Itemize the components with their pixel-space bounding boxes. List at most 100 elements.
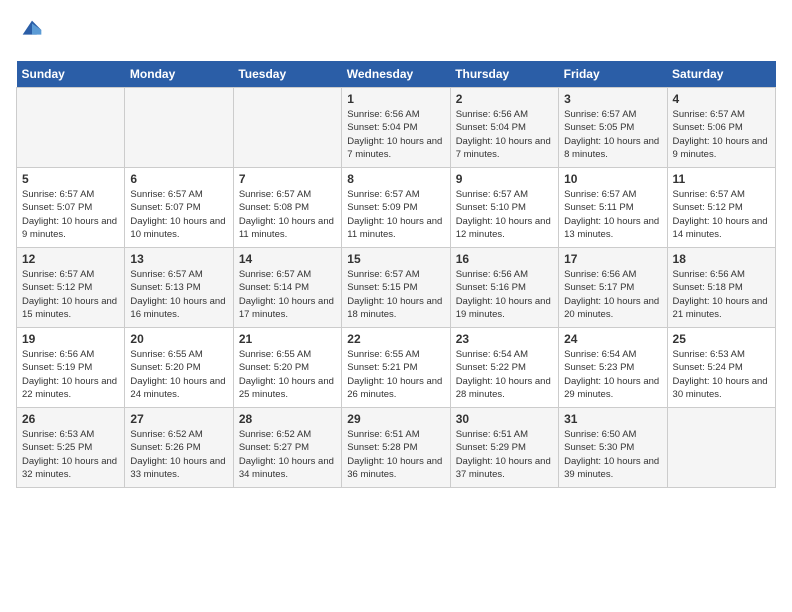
header-sunday: Sunday (17, 61, 125, 88)
calendar-cell (233, 88, 341, 168)
day-info: Sunrise: 6:56 AM Sunset: 5:19 PM Dayligh… (22, 348, 119, 401)
day-info: Sunrise: 6:54 AM Sunset: 5:23 PM Dayligh… (564, 348, 661, 401)
calendar-cell: 31Sunrise: 6:50 AM Sunset: 5:30 PM Dayli… (559, 408, 667, 488)
calendar-cell: 2 Sunrise: 6:56 AM Sunset: 5:04 PM Daylig… (450, 88, 558, 168)
calendar-cell: 5Sunrise: 6:57 AM Sunset: 5:07 PM Daylig… (17, 168, 125, 248)
day-number: 23 (456, 332, 553, 346)
calendar-cell: 1 Sunrise: 6:56 AM Sunset: 5:04 PM Daylig… (342, 88, 450, 168)
day-info: Sunrise: 6:53 AM Sunset: 5:25 PM Dayligh… (22, 428, 119, 481)
day-info: Sunrise: 6:56 AM Sunset: 5:16 PM Dayligh… (456, 268, 553, 321)
day-number: 18 (673, 252, 770, 266)
day-info: Sunrise: 6:57 AM Sunset: 5:11 PM Dayligh… (564, 188, 661, 241)
calendar-cell: 18 Sunrise: 6:56 AM Sunset: 5:18 PM Dayli… (667, 248, 775, 328)
day-number: 26 (22, 412, 119, 426)
calendar-cell: 29Sunrise: 6:51 AM Sunset: 5:28 PM Dayli… (342, 408, 450, 488)
calendar-week-row: 5Sunrise: 6:57 AM Sunset: 5:07 PM Daylig… (17, 168, 776, 248)
day-number: 19 (22, 332, 119, 346)
day-info: Sunrise: 6:56 AM Sunset: 5:18 PM Dayligh… (673, 268, 770, 321)
calendar-table: SundayMondayTuesdayWednesdayThursdayFrid… (16, 61, 776, 488)
calendar-cell (125, 88, 233, 168)
day-info: Sunrise: 6:55 AM Sunset: 5:21 PM Dayligh… (347, 348, 444, 401)
calendar-week-row: 19 Sunrise: 6:56 AM Sunset: 5:19 PM Dayli… (17, 328, 776, 408)
day-info: Sunrise: 6:57 AM Sunset: 5:06 PM Dayligh… (673, 108, 770, 161)
day-info: Sunrise: 6:56 AM Sunset: 5:04 PM Dayligh… (456, 108, 553, 161)
day-info: Sunrise: 6:57 AM Sunset: 5:15 PM Dayligh… (347, 268, 444, 321)
day-number: 20 (130, 332, 227, 346)
calendar-cell: 12 Sunrise: 6:57 AM Sunset: 5:12 PM Dayli… (17, 248, 125, 328)
calendar-cell: 25 Sunrise: 6:53 AM Sunset: 5:24 PM Dayli… (667, 328, 775, 408)
day-number: 12 (22, 252, 119, 266)
day-info: Sunrise: 6:57 AM Sunset: 5:13 PM Dayligh… (130, 268, 227, 321)
logo-icon (18, 16, 46, 44)
day-number: 27 (130, 412, 227, 426)
day-number: 9 (456, 172, 553, 186)
day-number: 30 (456, 412, 553, 426)
calendar-cell: 8 Sunrise: 6:57 AM Sunset: 5:09 PM Daylig… (342, 168, 450, 248)
day-number: 2 (456, 92, 553, 106)
calendar-cell: 3Sunrise: 6:57 AM Sunset: 5:05 PM Daylig… (559, 88, 667, 168)
calendar-cell: 9 Sunrise: 6:57 AM Sunset: 5:10 PM Daylig… (450, 168, 558, 248)
calendar-week-row: 12 Sunrise: 6:57 AM Sunset: 5:12 PM Dayli… (17, 248, 776, 328)
calendar-cell: 7 Sunrise: 6:57 AM Sunset: 5:08 PM Daylig… (233, 168, 341, 248)
day-info: Sunrise: 6:57 AM Sunset: 5:12 PM Dayligh… (673, 188, 770, 241)
calendar-cell: 30 Sunrise: 6:51 AM Sunset: 5:29 PM Dayli… (450, 408, 558, 488)
day-info: Sunrise: 6:52 AM Sunset: 5:27 PM Dayligh… (239, 428, 336, 481)
day-info: Sunrise: 6:56 AM Sunset: 5:04 PM Dayligh… (347, 108, 444, 161)
calendar-cell: 24 Sunrise: 6:54 AM Sunset: 5:23 PM Dayli… (559, 328, 667, 408)
calendar-cell: 19 Sunrise: 6:56 AM Sunset: 5:19 PM Dayli… (17, 328, 125, 408)
day-number: 3 (564, 92, 661, 106)
day-info: Sunrise: 6:57 AM Sunset: 5:09 PM Dayligh… (347, 188, 444, 241)
calendar-cell: 27Sunrise: 6:52 AM Sunset: 5:26 PM Dayli… (125, 408, 233, 488)
calendar-week-row: 1 Sunrise: 6:56 AM Sunset: 5:04 PM Daylig… (17, 88, 776, 168)
day-number: 13 (130, 252, 227, 266)
calendar-cell: 16 Sunrise: 6:56 AM Sunset: 5:16 PM Dayli… (450, 248, 558, 328)
day-number: 15 (347, 252, 444, 266)
day-info: Sunrise: 6:53 AM Sunset: 5:24 PM Dayligh… (673, 348, 770, 401)
day-info: Sunrise: 6:57 AM Sunset: 5:10 PM Dayligh… (456, 188, 553, 241)
header-saturday: Saturday (667, 61, 775, 88)
day-number: 25 (673, 332, 770, 346)
day-number: 14 (239, 252, 336, 266)
day-number: 16 (456, 252, 553, 266)
day-number: 1 (347, 92, 444, 106)
calendar-cell: 20Sunrise: 6:55 AM Sunset: 5:20 PM Dayli… (125, 328, 233, 408)
calendar-cell: 13 Sunrise: 6:57 AM Sunset: 5:13 PM Dayli… (125, 248, 233, 328)
calendar-cell: 17 Sunrise: 6:56 AM Sunset: 5:17 PM Dayli… (559, 248, 667, 328)
day-number: 22 (347, 332, 444, 346)
calendar-cell: 15 Sunrise: 6:57 AM Sunset: 5:15 PM Dayli… (342, 248, 450, 328)
day-info: Sunrise: 6:55 AM Sunset: 5:20 PM Dayligh… (239, 348, 336, 401)
calendar-header-row: SundayMondayTuesdayWednesdayThursdayFrid… (17, 61, 776, 88)
header-thursday: Thursday (450, 61, 558, 88)
day-info: Sunrise: 6:57 AM Sunset: 5:08 PM Dayligh… (239, 188, 336, 241)
logo (16, 16, 46, 49)
header-wednesday: Wednesday (342, 61, 450, 88)
day-info: Sunrise: 6:56 AM Sunset: 5:17 PM Dayligh… (564, 268, 661, 321)
day-info: Sunrise: 6:57 AM Sunset: 5:14 PM Dayligh… (239, 268, 336, 321)
page-header (16, 16, 776, 49)
day-info: Sunrise: 6:51 AM Sunset: 5:29 PM Dayligh… (456, 428, 553, 481)
header-tuesday: Tuesday (233, 61, 341, 88)
day-number: 17 (564, 252, 661, 266)
calendar-cell: 10 Sunrise: 6:57 AM Sunset: 5:11 PM Dayli… (559, 168, 667, 248)
calendar-cell: 4 Sunrise: 6:57 AM Sunset: 5:06 PM Daylig… (667, 88, 775, 168)
day-info: Sunrise: 6:57 AM Sunset: 5:12 PM Dayligh… (22, 268, 119, 321)
day-info: Sunrise: 6:51 AM Sunset: 5:28 PM Dayligh… (347, 428, 444, 481)
day-number: 7 (239, 172, 336, 186)
calendar-cell: 23 Sunrise: 6:54 AM Sunset: 5:22 PM Dayli… (450, 328, 558, 408)
day-number: 21 (239, 332, 336, 346)
day-info: Sunrise: 6:54 AM Sunset: 5:22 PM Dayligh… (456, 348, 553, 401)
day-info: Sunrise: 6:50 AM Sunset: 5:30 PM Dayligh… (564, 428, 661, 481)
day-number: 6 (130, 172, 227, 186)
day-number: 4 (673, 92, 770, 106)
calendar-cell: 21 Sunrise: 6:55 AM Sunset: 5:20 PM Dayli… (233, 328, 341, 408)
calendar-cell: 22 Sunrise: 6:55 AM Sunset: 5:21 PM Dayli… (342, 328, 450, 408)
day-number: 24 (564, 332, 661, 346)
calendar-week-row: 26 Sunrise: 6:53 AM Sunset: 5:25 PM Dayli… (17, 408, 776, 488)
day-number: 8 (347, 172, 444, 186)
header-monday: Monday (125, 61, 233, 88)
day-number: 11 (673, 172, 770, 186)
day-number: 10 (564, 172, 661, 186)
header-friday: Friday (559, 61, 667, 88)
calendar-cell: 26 Sunrise: 6:53 AM Sunset: 5:25 PM Dayli… (17, 408, 125, 488)
day-number: 5 (22, 172, 119, 186)
